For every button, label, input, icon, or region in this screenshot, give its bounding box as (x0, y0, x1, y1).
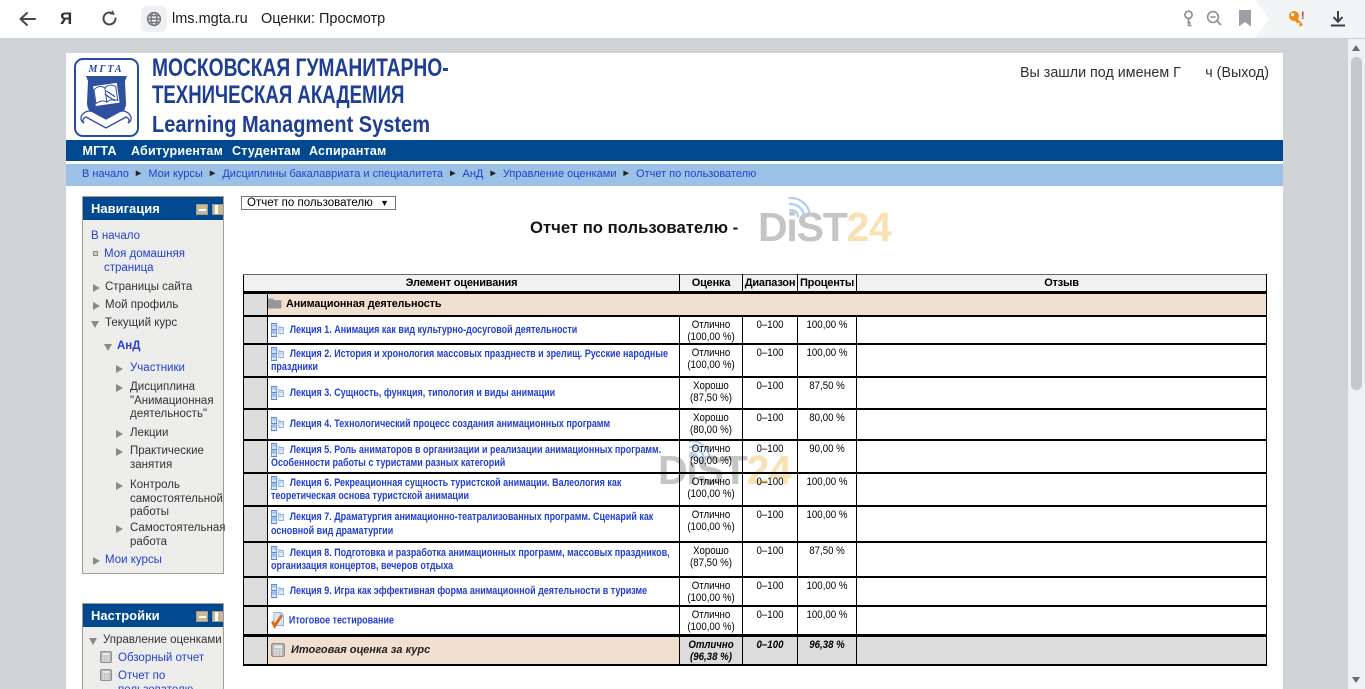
svg-text:!: ! (1301, 10, 1305, 22)
svg-text:МГТА: МГТА (87, 64, 123, 75)
